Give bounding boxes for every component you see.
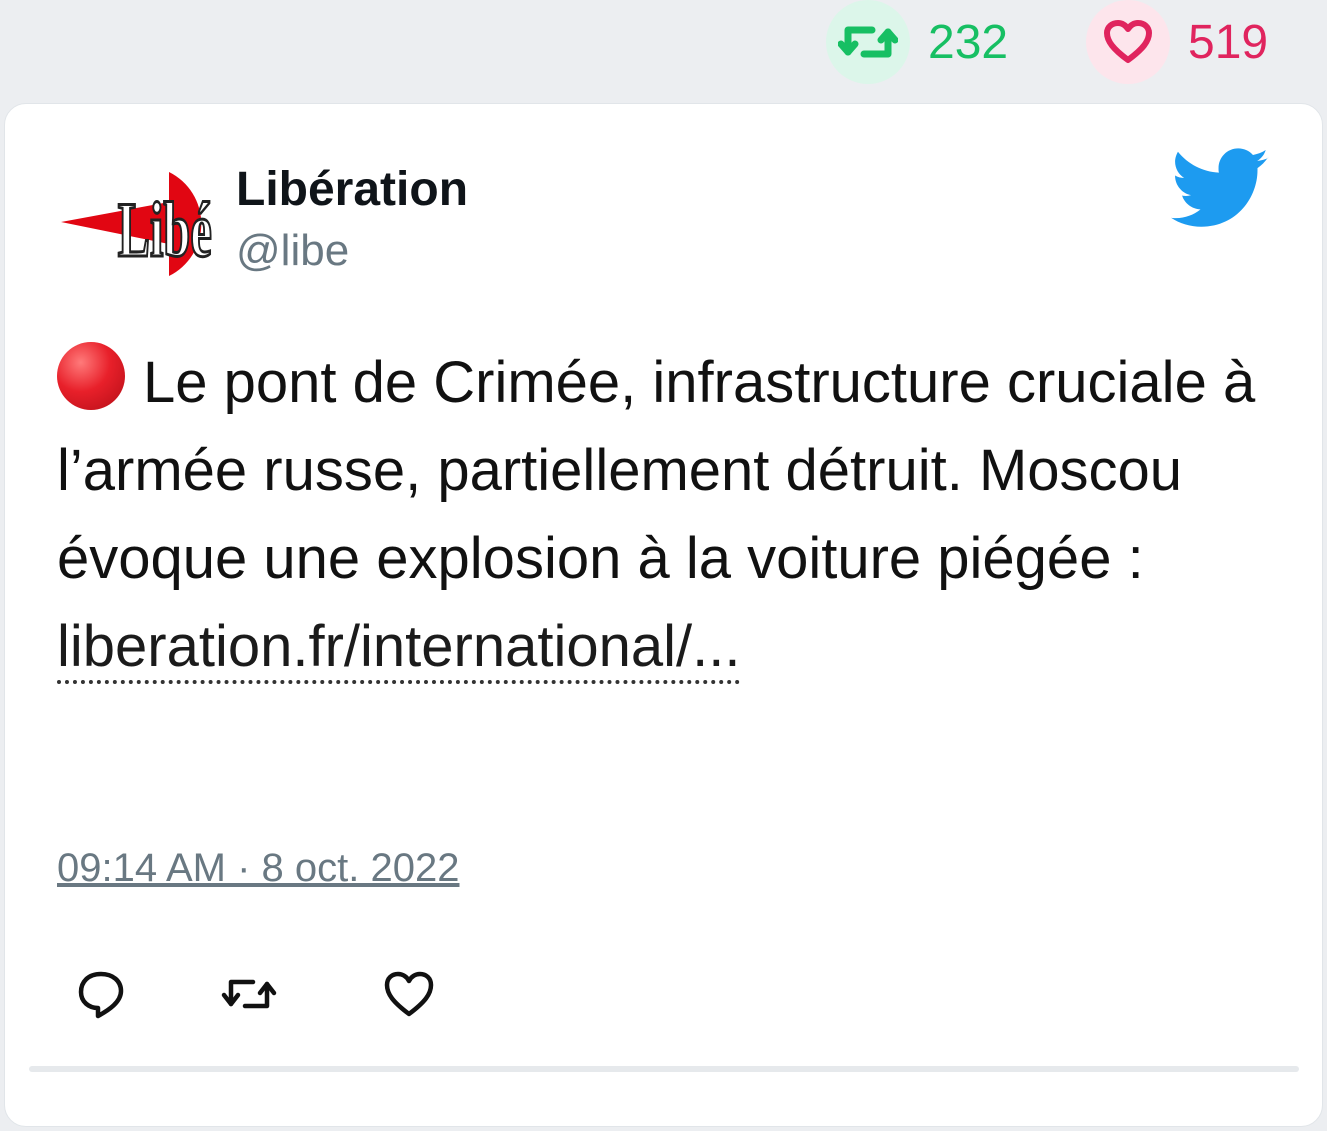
avatar[interactable]: Libé bbox=[57, 162, 225, 282]
retweet-stat[interactable]: 232 bbox=[826, 0, 1008, 84]
retweet-action-icon[interactable] bbox=[219, 964, 279, 1024]
avatar-logo-text: Libé bbox=[118, 187, 212, 274]
like-stat[interactable]: 519 bbox=[1086, 0, 1268, 84]
red-circle-icon bbox=[57, 342, 125, 410]
author-handle[interactable]: @libe bbox=[236, 226, 349, 276]
tweet-timestamp[interactable]: 09:14 AM · 8 oct. 2022 bbox=[57, 846, 459, 891]
divider bbox=[29, 1066, 1299, 1072]
tweet-text: Le pont de Crimée, infrastructure crucia… bbox=[57, 339, 1287, 691]
tweet-body: Le pont de Crimée, infrastructure crucia… bbox=[57, 350, 1256, 591]
tweet-card: Libé Libération @libe Le pont de Crimée,… bbox=[4, 103, 1323, 1127]
twitter-bird-icon[interactable] bbox=[1170, 148, 1271, 230]
retweet-icon[interactable] bbox=[826, 0, 910, 84]
tweet-link[interactable]: liberation.fr/international/... bbox=[57, 614, 741, 684]
retweet-count: 232 bbox=[928, 15, 1009, 69]
engagement-stats: 232 519 bbox=[0, 0, 1327, 100]
reply-icon[interactable] bbox=[71, 964, 131, 1024]
author-name[interactable]: Libération bbox=[236, 162, 468, 217]
like-count: 519 bbox=[1188, 15, 1269, 69]
like-action-icon[interactable] bbox=[379, 964, 439, 1024]
heart-icon[interactable] bbox=[1086, 0, 1170, 84]
